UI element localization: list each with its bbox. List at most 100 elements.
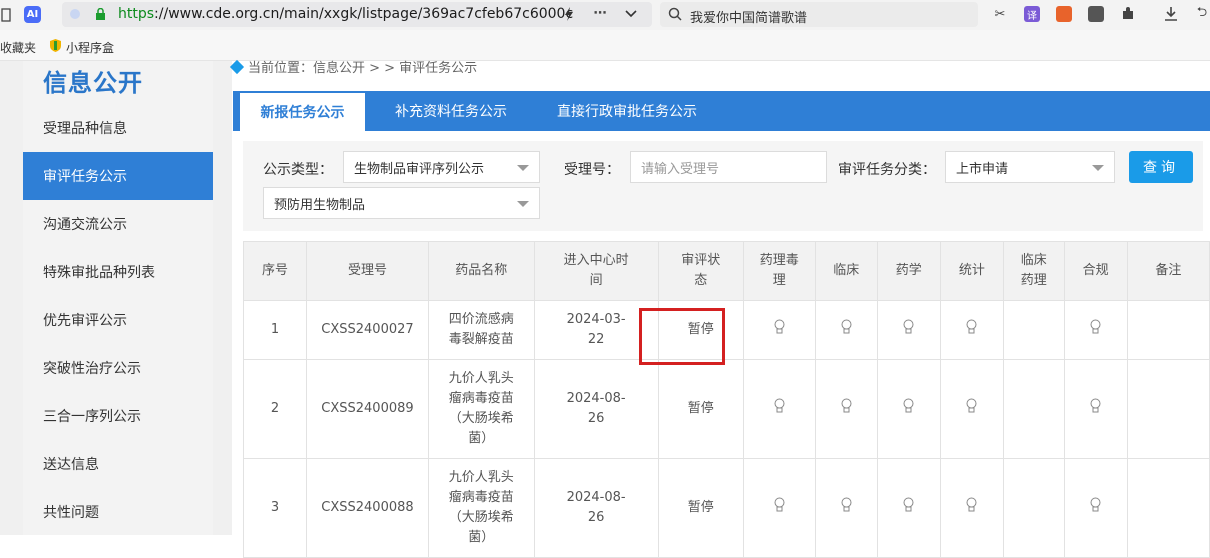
cell-remarks (1126, 458, 1210, 558)
sidebar-item-priority-review[interactable]: 优先审评公示 (23, 296, 213, 344)
cell-statistics[interactable] (939, 359, 1004, 459)
address-bar[interactable]: https://www.cde.org.cn/main/xxgk/listpag… (62, 2, 652, 27)
lightbulb-icon[interactable] (1090, 497, 1101, 513)
col-header-no: 序号 (242, 241, 308, 301)
cell-statistics[interactable] (939, 300, 1004, 360)
sidebar-item-delivery[interactable]: 送达信息 (23, 440, 213, 488)
lightbulb-icon[interactable] (903, 497, 914, 513)
filter-panel: 公示类型： 生物制品审评序列公示 受理号： 请输入受理号 审评任务分类： 上市申… (243, 141, 1203, 231)
status-highlight-box (639, 308, 725, 365)
acceptance-placeholder: 请输入受理号 (641, 161, 720, 177)
lightbulb-icon[interactable] (1090, 398, 1101, 414)
cell-clinical[interactable] (814, 458, 878, 558)
category-select-value: 上市申请 (956, 161, 1009, 177)
search-bar[interactable]: 我爱你中国简谱歌谱 (660, 2, 978, 27)
extensions-icon[interactable] (1120, 6, 1136, 22)
lightbulb-icon[interactable] (841, 497, 852, 513)
cell-pharmacy[interactable] (876, 458, 941, 558)
cell-clinical-pharm (1002, 458, 1065, 558)
lock-icon (94, 7, 106, 21)
type-select[interactable]: 生物制品审评序列公示 (343, 151, 540, 183)
cell-pharm-tox[interactable] (742, 359, 816, 459)
cell-acceptance: CXSS2400089 (306, 359, 429, 459)
bookmark-miniapp[interactable]: 小程序盒 (66, 39, 114, 56)
game-icon[interactable] (1056, 6, 1072, 22)
sidebar-item-review-tasks[interactable]: 审评任务公示 (23, 152, 213, 200)
sidebar-item-communication[interactable]: 沟通交流公示 (23, 200, 213, 248)
cell-pharm-tox[interactable] (742, 458, 816, 558)
table-row[interactable]: 2 CXSS2400089 九价人乳头瘤病毒疫苗（大肠埃希菌） 2024-08-… (242, 359, 1210, 459)
bookmark-shield-icon (49, 38, 61, 52)
cell-no: 2 (242, 359, 308, 459)
lightbulb-icon[interactable] (903, 398, 914, 414)
search-text: 我爱你中国简谱歌谱 (690, 11, 808, 26)
cell-remarks (1126, 359, 1210, 459)
query-button[interactable]: 查询 (1129, 151, 1193, 183)
cell-compliance[interactable] (1063, 300, 1128, 360)
acceptance-input[interactable]: 请输入受理号 (630, 151, 827, 183)
subtype-select[interactable]: 预防用生物制品 (263, 187, 540, 219)
cell-drug-name: 九价人乳头瘤病毒疫苗（大肠埃希菌） (427, 359, 535, 459)
col-header-entry-time: 进入中心时间 (533, 241, 659, 301)
tab-direct-approval-tasks[interactable]: 直接行政审批任务公示 (557, 91, 697, 131)
lightbulb-icon[interactable] (774, 319, 785, 335)
cell-clinical[interactable] (814, 300, 878, 360)
lightning-icon[interactable] (562, 7, 576, 21)
col-header-statistics: 统计 (939, 241, 1004, 301)
cell-entry-time-text: 2024-08-26 (566, 490, 626, 525)
lightbulb-icon[interactable] (841, 398, 852, 414)
chevron-down-icon[interactable] (624, 7, 638, 21)
translate-icon[interactable]: 译 (1024, 6, 1040, 22)
cell-entry-time-text: 2024-08-26 (566, 391, 626, 426)
cell-compliance[interactable] (1063, 359, 1128, 459)
bookmark-favorites[interactable]: 收藏夹 (0, 39, 36, 56)
cell-entry-time-text: 2024-03-22 (566, 312, 626, 347)
cell-pharmacy[interactable] (876, 300, 941, 360)
table-row[interactable]: 1 CXSS2400027 四价流感病毒裂解疫苗 2024-03-22 暂停 (242, 300, 1210, 360)
cell-no: 3 (242, 458, 308, 558)
reader-icon[interactable] (1088, 6, 1104, 22)
cell-statistics[interactable] (939, 458, 1004, 558)
lightbulb-icon[interactable] (903, 319, 914, 335)
type-select-value: 生物制品审评序列公示 (354, 161, 485, 177)
sidebar-item-special-approval[interactable]: 特殊审批品种列表 (23, 248, 213, 296)
tab-new-tasks[interactable]: 新报任务公示 (240, 93, 365, 131)
sidebar-item-breakthrough[interactable]: 突破性治疗公示 (23, 344, 213, 392)
download-icon[interactable] (1162, 5, 1180, 23)
cell-status: 暂停 (657, 359, 744, 459)
lightbulb-icon[interactable] (1090, 319, 1101, 335)
sidebar-title: 信息公开 (43, 69, 143, 97)
cell-pharmacy[interactable] (876, 359, 941, 459)
lightbulb-icon[interactable] (966, 398, 977, 414)
sidebar-item-three-in-one[interactable]: 三合一序列公示 (23, 392, 213, 440)
page-icon (0, 7, 12, 23)
lightbulb-icon[interactable] (966, 319, 977, 335)
table-header-row: 序号 受理号 药品名称 进入中心时间 审评状态 药理毒理 临床 药学 统计 临床… (242, 241, 1210, 301)
lightbulb-icon[interactable] (774, 398, 785, 414)
lightbulb-icon[interactable] (774, 497, 785, 513)
col-header-acceptance: 受理号 (306, 241, 429, 301)
table-row[interactable]: 3 CXSS2400088 九价人乳头瘤病毒疫苗（大肠埃希菌） 2024-08-… (242, 458, 1210, 558)
cell-compliance[interactable] (1063, 458, 1128, 558)
lightbulb-icon[interactable] (841, 319, 852, 335)
col-header-compliance: 合规 (1063, 241, 1128, 301)
tab-supplement-tasks[interactable]: 补充资料任务公示 (395, 91, 507, 131)
scissors-icon[interactable]: ✂ (992, 6, 1008, 22)
col-header-pharmacy: 药学 (876, 241, 941, 301)
chevron-down-icon (517, 165, 529, 171)
more-icon[interactable]: ⋯ (592, 5, 608, 21)
cell-clinical[interactable] (814, 359, 878, 459)
cell-no: 1 (242, 300, 308, 360)
sidebar-item-acceptance-info[interactable]: 受理品种信息 (23, 104, 213, 152)
cell-acceptance: CXSS2400027 (306, 300, 429, 360)
category-select[interactable]: 上市申请 (945, 151, 1115, 183)
breadcrumb-text: 当前位置：信息公开 > > 审评任务公示 (248, 61, 478, 76)
reload-icon[interactable] (68, 7, 82, 21)
sidebar: 信息公开 受理品种信息 审评任务公示 沟通交流公示 特殊审批品种列表 优先审评公… (23, 61, 213, 535)
ai-extension-icon[interactable]: AI (24, 6, 41, 23)
cell-drug-name: 四价流感病毒裂解疫苗 (427, 300, 535, 360)
sidebar-item-common-issues[interactable]: 共性问题 (23, 488, 213, 536)
lightbulb-icon[interactable] (966, 497, 977, 513)
undo-icon[interactable]: ⮌ (1194, 5, 1210, 23)
cell-pharm-tox[interactable] (742, 300, 816, 360)
